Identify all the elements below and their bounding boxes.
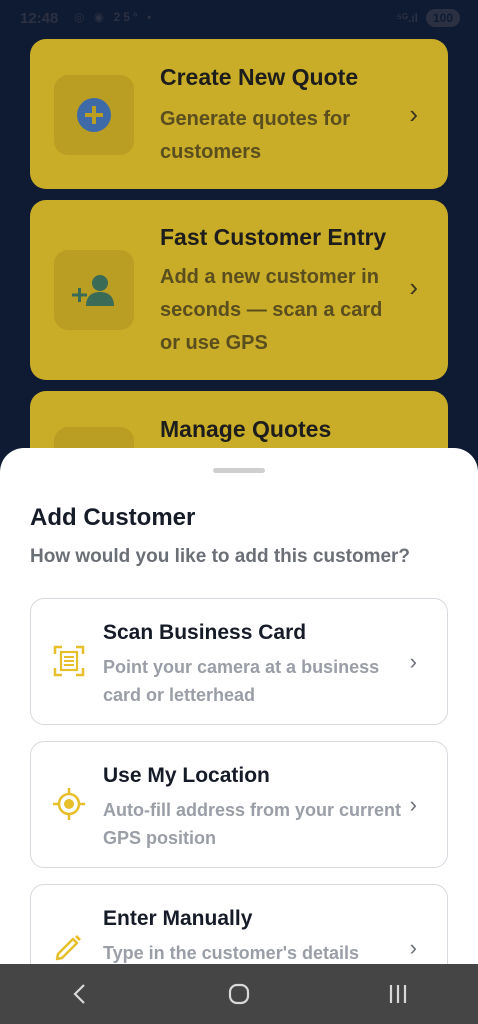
- battery-icon: 100: [425, 9, 460, 27]
- status-time: 12:48: [20, 10, 59, 27]
- create-quote-card: Create New Quote Generate quotes for cus…: [30, 39, 448, 189]
- option-description: Auto-fill address from your current GPS …: [103, 800, 402, 848]
- option-title: Scan Business Card: [103, 621, 307, 644]
- gps-location-icon: [51, 786, 87, 822]
- option-title: Use My Location: [103, 764, 270, 787]
- chevron-right-icon: ›: [409, 935, 417, 960]
- card-title: Fast Customer Entry: [160, 224, 387, 250]
- chevron-right-icon: ›: [409, 792, 417, 817]
- card-title: Create New Quote: [160, 64, 359, 90]
- use-my-location-option[interactable]: Use My Location Auto-fill address from y…: [30, 741, 448, 868]
- pencil-icon: [51, 929, 87, 965]
- chevron-right-icon: ›: [409, 272, 418, 302]
- chevron-right-icon: ›: [409, 99, 418, 129]
- recents-bars-icon[interactable]: [368, 964, 428, 1024]
- sheet-subtitle: How would you like to add this customer?: [30, 546, 411, 567]
- option-title: Enter Manually: [103, 907, 253, 930]
- scan-business-card-option[interactable]: Scan Business Card Point your camera at …: [30, 598, 448, 725]
- status-notification-icons: ◎ ◉ 25° •: [74, 10, 155, 24]
- plus-circle-icon: [54, 75, 134, 155]
- option-description: Type in the customer's details: [103, 943, 360, 963]
- card-subtitle: Add a new customer in seconds — scan a c…: [160, 266, 383, 354]
- status-right: ⁵ᴳ.ıl 100: [396, 9, 460, 27]
- status-bar: 12:48 ◎ ◉ 25° • ⁵ᴳ.ıl 100: [0, 0, 478, 38]
- sheet-title: Add Customer: [30, 504, 196, 531]
- system-navigation-bar: [0, 964, 478, 1024]
- option-description: Point your camera at a business card or …: [103, 657, 380, 705]
- card-subtitle: Generate quotes for customers: [160, 108, 351, 163]
- sheet-drag-handle[interactable]: [213, 468, 265, 473]
- home-circle-icon[interactable]: [209, 964, 269, 1024]
- back-chevron-icon[interactable]: [50, 964, 110, 1024]
- document-scanner-icon: [51, 643, 87, 679]
- add-customer-sheet: Add Customer How would you like to add t…: [0, 448, 478, 1011]
- card-title: Manage Quotes: [160, 416, 332, 442]
- signal-icon: ⁵ᴳ.ıl: [396, 11, 418, 25]
- fast-customer-entry-card: Fast Customer Entry Add a new customer i…: [30, 200, 448, 380]
- chevron-right-icon: ›: [409, 649, 417, 674]
- person-add-icon: [54, 250, 134, 330]
